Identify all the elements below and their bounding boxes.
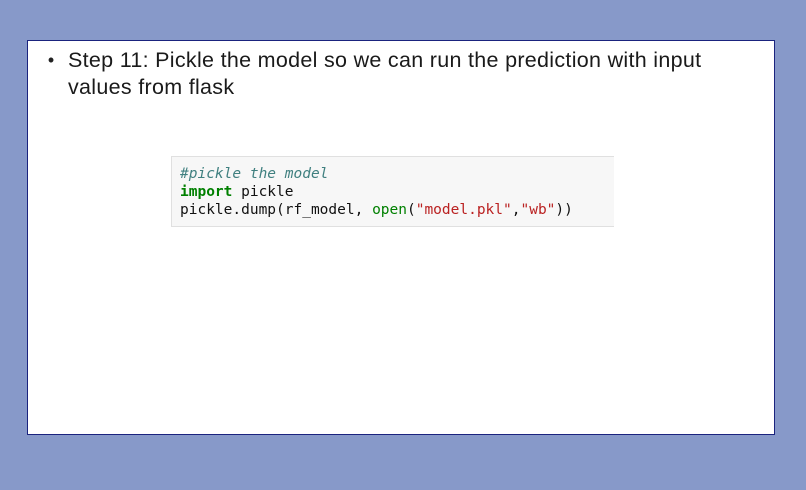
code-line-1: #pickle the model [180, 165, 614, 183]
bullet-item: • Step 11: Pickle the model so we can ru… [36, 47, 766, 101]
code-open-paren: ( [406, 202, 416, 218]
code-keyword-import: import [180, 184, 233, 200]
code-line-2: import pickle [180, 183, 614, 201]
code-cell: #pickle the model import pickle pickle.dum… [171, 156, 614, 227]
code-builtin-open: open [372, 202, 407, 218]
bullet-text: Step 11: Pickle the model so we can run … [68, 48, 702, 99]
code-line-3: pickle.dump(rf_model, open("model.pkl","… [180, 201, 614, 219]
code-module-name: pickle [232, 184, 294, 200]
code-comment: #pickle the model [180, 166, 329, 182]
slide-content-area: • Step 11: Pickle the model so we can ru… [27, 40, 775, 435]
code-string-filename: "model.pkl" [415, 202, 512, 218]
code-call-prefix: pickle.dump(rf_model, [180, 202, 373, 218]
bullet-icon: • [47, 50, 55, 70]
code-close-parens: )) [555, 202, 573, 218]
code-string-mode: "wb" [520, 202, 556, 218]
